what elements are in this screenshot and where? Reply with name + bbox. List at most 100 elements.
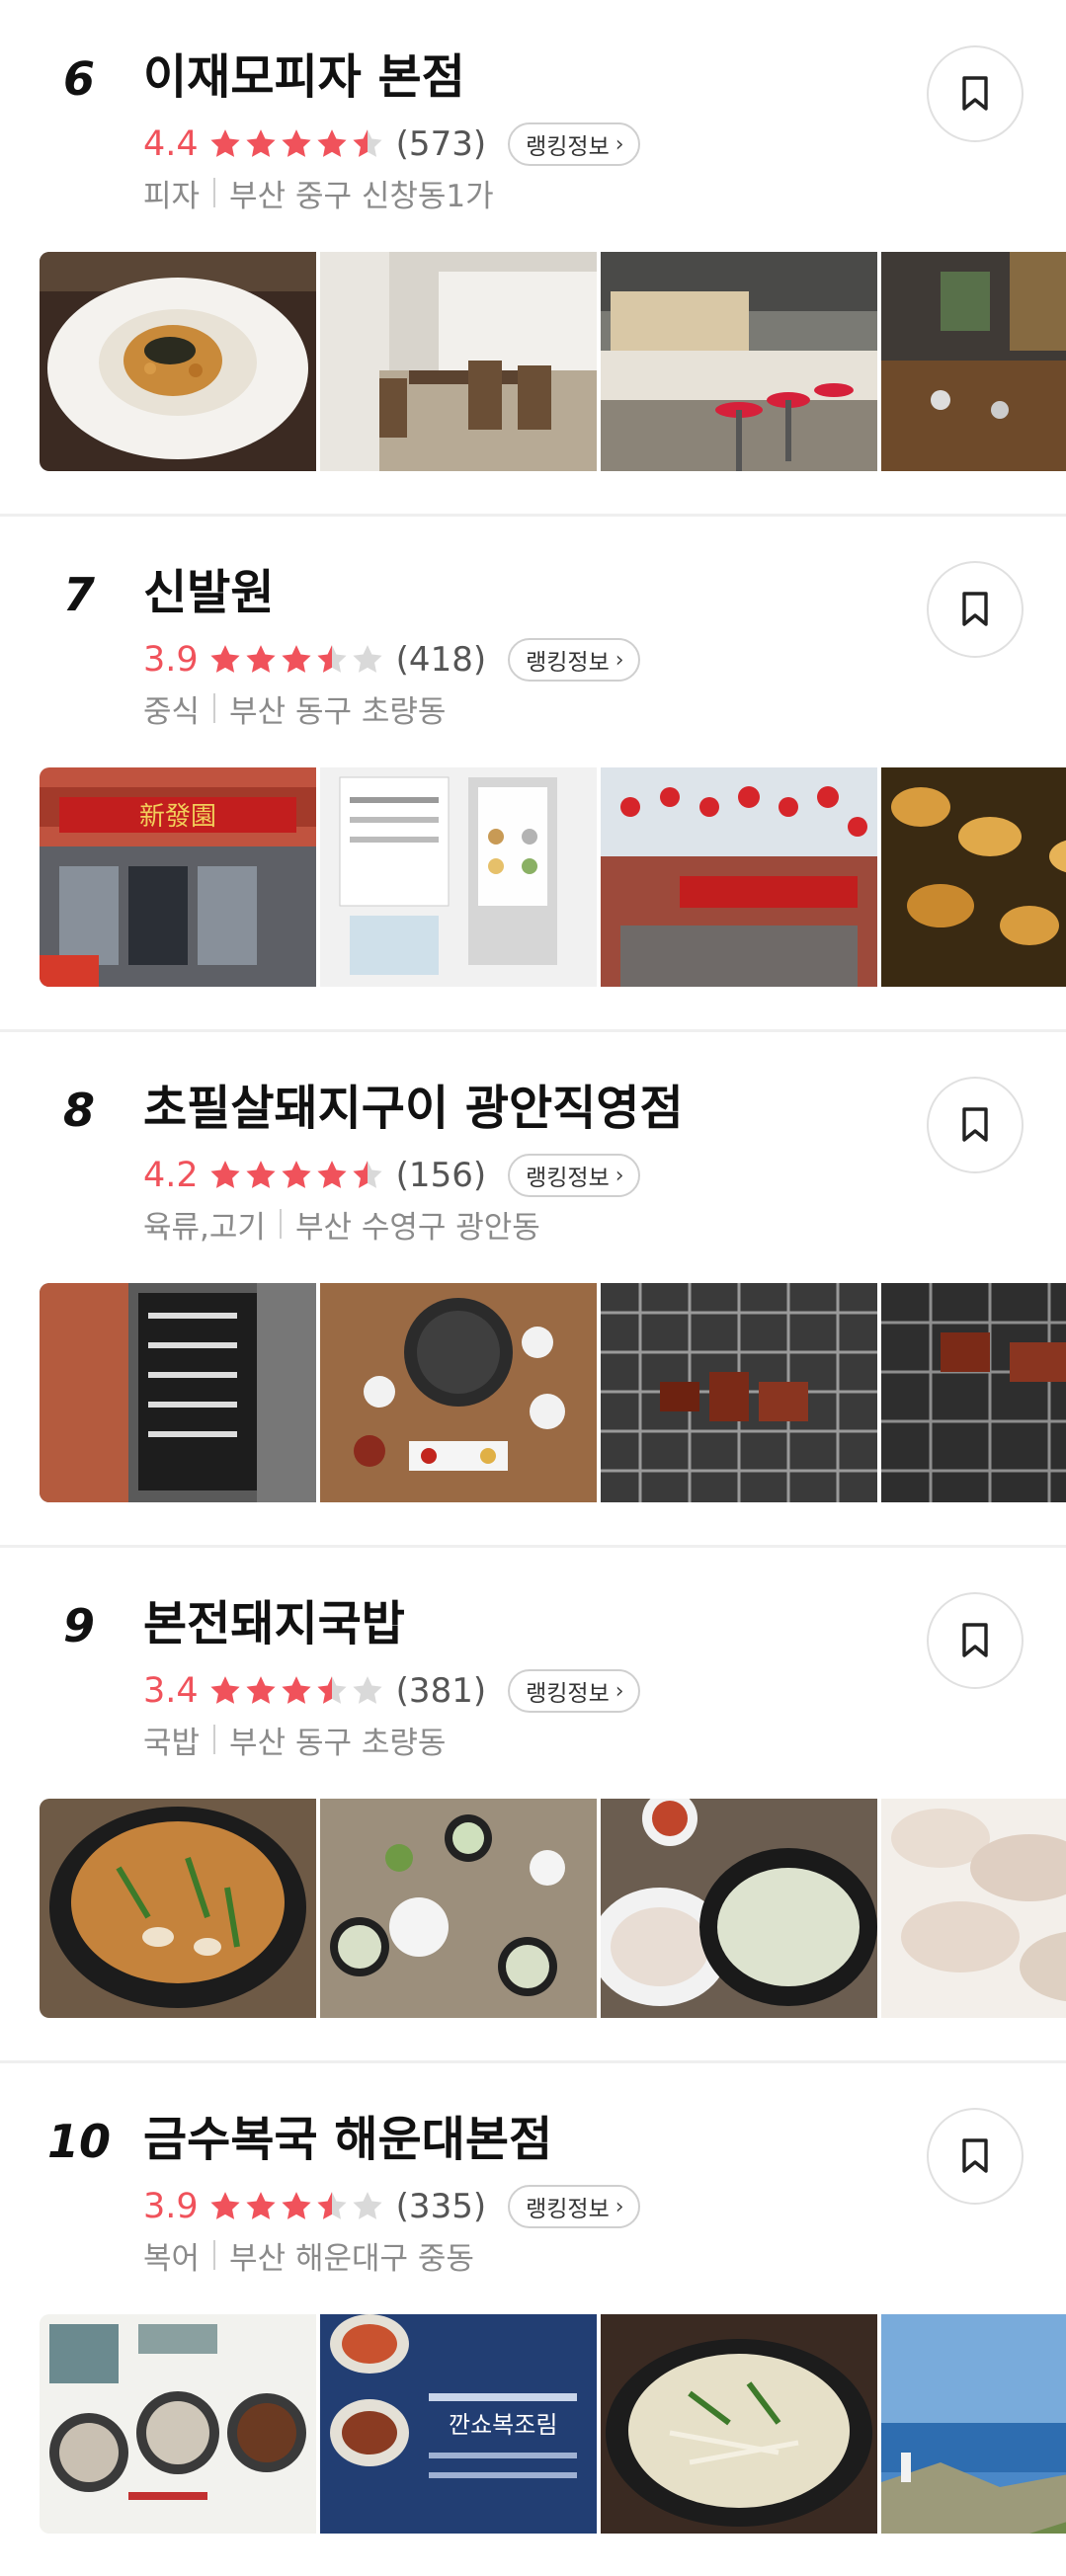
- ranking-info-button[interactable]: 랭킹정보 ›: [508, 1154, 640, 1197]
- menu-kiosk-photo[interactable]: [320, 767, 597, 987]
- star-icon: [246, 1161, 276, 1188]
- category-label: 국밥: [143, 1725, 201, 1761]
- ranking-info-button[interactable]: 랭킹정보 ›: [508, 122, 640, 166]
- pasta-dish-photo[interactable]: [40, 252, 316, 471]
- bookmark-button[interactable]: [927, 1077, 1024, 1173]
- coast-view-photo[interactable]: [881, 2314, 1066, 2534]
- category-label: 육류,고기: [143, 1209, 266, 1246]
- star-icon: [353, 645, 382, 673]
- rating-score: 4.2: [143, 1156, 199, 1195]
- bookmark-button[interactable]: [927, 561, 1024, 658]
- ranking-info-label: 랭킹정보: [526, 650, 610, 676]
- dumplings-photo[interactable]: [881, 767, 1066, 987]
- soup-bowl-photo[interactable]: [40, 1799, 316, 2018]
- ranking-info-button[interactable]: 랭킹정보 ›: [508, 2185, 640, 2228]
- restaurant-name[interactable]: 이재모피자 본점: [143, 45, 465, 109]
- star-icon: [353, 129, 382, 157]
- rating-score: 3.4: [143, 1671, 199, 1711]
- meta-divider: [213, 178, 216, 207]
- star-icon: [353, 1676, 382, 1704]
- bookmark-button[interactable]: [927, 2108, 1024, 2205]
- restaurant-card[interactable]: 7 신발원 3.9 (418) 랭킹정보 › 중식 부산 동구 초량동 新發園: [0, 518, 1066, 1029]
- photo-strip[interactable]: 新發園: [40, 767, 1066, 987]
- ranking-info-label: 랭킹정보: [526, 134, 610, 160]
- bookmark-icon: [962, 1107, 988, 1142]
- star-icon: [210, 2192, 240, 2219]
- restaurant-card[interactable]: 6 이재모피자 본점 4.4 (573) 랭킹정보 › 피자 부산 중구 신창동…: [0, 2, 1066, 514]
- ranking-info-label: 랭킹정보: [526, 2197, 610, 2222]
- meta-divider: [213, 1725, 216, 1754]
- photo-strip[interactable]: [40, 1283, 1066, 1502]
- star-icon: [317, 1161, 347, 1188]
- star-icon: [282, 2192, 311, 2219]
- card-divider: [0, 1545, 1066, 1548]
- restaurant-card[interactable]: 9 본전돼지국밥 3.4 (381) 랭킹정보 › 국밥 부산 동구 초량동: [0, 1549, 1066, 2060]
- chevron-right-icon: ›: [615, 131, 624, 157]
- star-icon: [246, 645, 276, 673]
- star-icon: [210, 1676, 240, 1704]
- rank-number: 9: [62, 1599, 95, 1652]
- counter-bar-photo[interactable]: [601, 252, 877, 471]
- star-icon: [353, 2192, 382, 2219]
- dining-room-photo[interactable]: [320, 252, 597, 471]
- grill-meat-photo[interactable]: [601, 1283, 877, 1502]
- chevron-right-icon: ›: [615, 647, 624, 673]
- star-icon: [282, 645, 311, 673]
- photo-strip[interactable]: [40, 252, 1066, 471]
- restaurant-name[interactable]: 본전돼지국밥: [143, 1592, 405, 1655]
- category-label: 중식: [143, 693, 201, 730]
- bookmark-button[interactable]: [927, 45, 1024, 142]
- meta-row: 육류,고기 부산 수영구 광안동: [143, 1199, 540, 1248]
- grill-closeup-photo[interactable]: [881, 1283, 1066, 1502]
- bookmark-icon: [962, 76, 988, 111]
- star-icon: [317, 2192, 347, 2219]
- ranking-info-button[interactable]: 랭킹정보 ›: [508, 638, 640, 682]
- pufferfish-soup-photo[interactable]: [601, 2314, 877, 2534]
- pork-and-soup-photo[interactable]: [601, 1799, 877, 2018]
- lounge-photo[interactable]: [881, 252, 1066, 471]
- star-icon: [353, 1161, 382, 1188]
- meta-divider: [213, 693, 216, 723]
- star-icon: [282, 1676, 311, 1704]
- lanterns-street-photo[interactable]: [601, 767, 877, 987]
- review-count: (573): [395, 124, 487, 164]
- menu-page-photo[interactable]: [40, 2314, 316, 2534]
- meal-spread-photo[interactable]: [320, 1799, 597, 2018]
- star-icon: [317, 129, 347, 157]
- menu-blue-photo[interactable]: 깐쇼복조림: [320, 2314, 597, 2534]
- rating-row: 4.4 (573) 랭킹정보 ›: [143, 119, 640, 170]
- card-divider: [0, 1029, 1066, 1032]
- table-setting-photo[interactable]: [320, 1283, 597, 1502]
- photo-strip[interactable]: [40, 1799, 1066, 2018]
- sliced-pork-photo[interactable]: [881, 1799, 1066, 2018]
- rank-number: 10: [46, 2115, 111, 2168]
- chevron-right-icon: ›: [615, 1678, 624, 1704]
- restaurant-card[interactable]: 8 초필살돼지구이 광안직영점 4.2 (156) 랭킹정보 › 육류,고기 부…: [0, 1033, 1066, 1545]
- rating-score: 4.4: [143, 124, 199, 164]
- restaurant-card[interactable]: 10 금수복국 해운대본점 3.9 (335) 랭킹정보 › 복어 부산 해운대…: [0, 2064, 1066, 2576]
- rating-score: 3.9: [143, 640, 199, 680]
- bookmark-icon: [962, 2138, 988, 2173]
- bookmark-icon: [962, 1623, 988, 1657]
- storefront-photo[interactable]: 新發園: [40, 767, 316, 987]
- restaurant-name[interactable]: 초필살돼지구이 광안직영점: [143, 1077, 684, 1140]
- ranking-info-button[interactable]: 랭킹정보 ›: [508, 1669, 640, 1713]
- star-icon: [246, 2192, 276, 2219]
- rating-row: 3.4 (381) 랭킹정보 ›: [143, 1665, 640, 1717]
- chevron-right-icon: ›: [615, 2194, 624, 2219]
- rating-stars: [208, 127, 386, 161]
- star-icon: [210, 645, 240, 673]
- restaurant-name[interactable]: 금수복국 해운대본점: [143, 2108, 552, 2171]
- bookmark-button[interactable]: [927, 1592, 1024, 1689]
- chevron-right-icon: ›: [615, 1163, 624, 1188]
- svg-text:新發園: 新發園: [139, 802, 216, 832]
- meta-row: 국밥 부산 동구 초량동: [143, 1715, 446, 1764]
- rating-row: 4.2 (156) 랭킹정보 ›: [143, 1150, 640, 1201]
- restaurant-name[interactable]: 신발원: [143, 561, 274, 624]
- meta-row: 피자 부산 중구 신창동1가: [143, 168, 494, 217]
- photo-strip[interactable]: 깐쇼복조림: [40, 2314, 1066, 2534]
- menu-board-photo[interactable]: [40, 1283, 316, 1502]
- card-divider: [0, 2060, 1066, 2063]
- rating-row: 3.9 (418) 랭킹정보 ›: [143, 634, 640, 685]
- rank-number: 8: [62, 1084, 95, 1137]
